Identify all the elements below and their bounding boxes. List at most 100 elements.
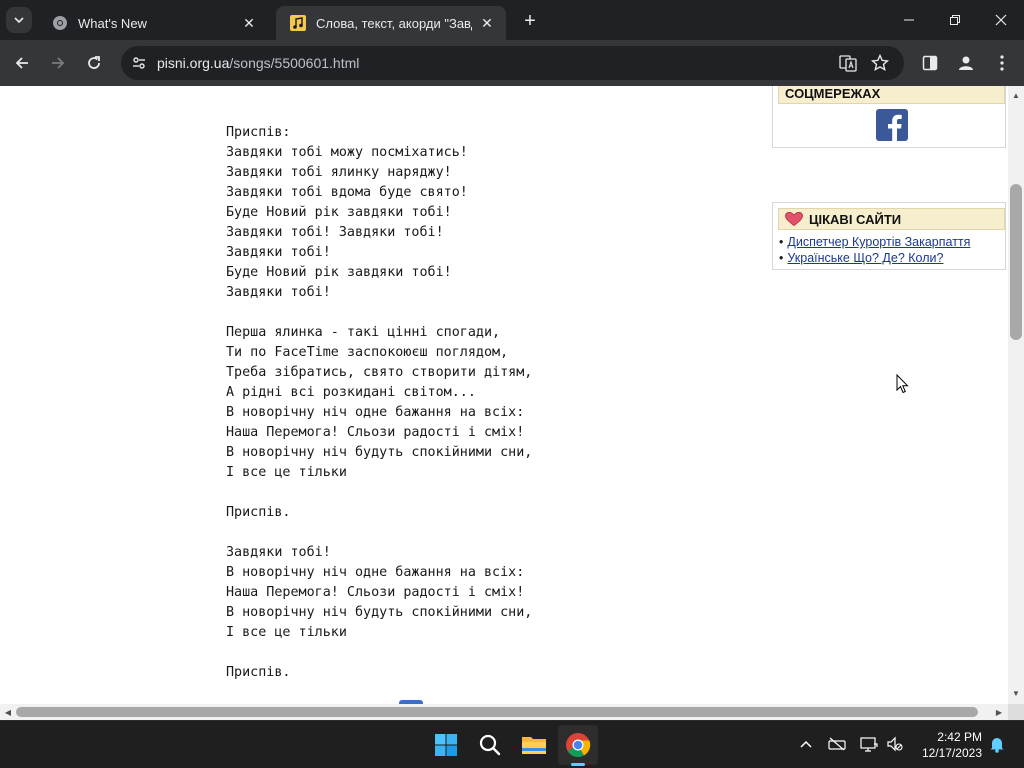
link-what-where-when[interactable]: Українське Що? Де? Коли? — [787, 251, 943, 265]
heart-icon — [783, 211, 805, 227]
file-explorer-icon[interactable] — [514, 725, 554, 765]
lyric-line: Приспів. — [226, 505, 291, 520]
taskbar: 2:42 PM 12/17/2023 — [0, 720, 1024, 768]
page-viewport: Приспів: Завдяки тобі можу посміхатись! За… — [0, 86, 1024, 720]
kebab-menu-icon — [1000, 55, 1004, 71]
lyric-line: Завдяки тобі! — [226, 545, 331, 560]
url-text: pisni.org.ua/songs/5500601.html — [157, 55, 359, 71]
site-info-icon[interactable] — [127, 51, 151, 75]
lyric-line: Перша ялинка - такі цінні спогади, — [226, 325, 501, 340]
link-zakarpattia-resorts[interactable]: Диспетчер Курортів Закарпаття — [787, 235, 970, 249]
music-note-icon — [290, 15, 306, 31]
side-panel-icon — [922, 55, 938, 71]
horizontal-scrollbar[interactable]: ◀ ▶ — [0, 704, 1008, 720]
windows-start-icon[interactable] — [426, 725, 466, 765]
search-icon[interactable] — [470, 725, 510, 765]
reload-button[interactable] — [80, 49, 108, 77]
close-icon[interactable]: ✕ — [478, 14, 496, 32]
system-clock[interactable]: 2:42 PM 12/17/2023 — [912, 729, 982, 761]
clock-date: 12/17/2023 — [921, 746, 982, 760]
back-button[interactable] — [8, 49, 36, 77]
back-arrow-icon — [15, 57, 28, 69]
vertical-scrollbar[interactable]: ▲ ▼ — [1008, 86, 1024, 704]
browser-toolbar: pisni.org.ua/songs/5500601.html — [0, 40, 1024, 86]
tab-title: What's New — [78, 15, 147, 31]
volume-muted-icon[interactable] — [884, 733, 906, 755]
chrome-icon[interactable] — [558, 725, 598, 765]
social-box-header: СОЦМЕРЕЖАХ — [778, 86, 1005, 104]
lyric-line: Приспів. — [226, 665, 291, 680]
lyric-line: Наша Перемога! Сльози радості і сміх! — [226, 585, 525, 600]
url-host: pisni.org.ua — [157, 55, 230, 71]
lyric-line: Ти по FaceTime заспокоюєш поглядом, — [226, 345, 509, 360]
mouse-cursor-icon — [896, 374, 909, 394]
horizontal-scroll-thumb[interactable] — [16, 707, 978, 717]
lyric-line: Буде Новий рік завдяки тобі! — [226, 205, 452, 220]
translate-icon[interactable] — [836, 51, 860, 75]
scroll-left-icon[interactable]: ◀ — [3, 707, 13, 717]
url-path: /songs/5500601.html — [229, 55, 360, 71]
song-lyrics: Приспів: Завдяки тобі можу посміхатись! За… — [226, 123, 746, 683]
tab-strip: What's New ✕ Слова, текст, акорди "Завдя… — [0, 0, 1024, 40]
interesting-sites-title: ЦІКАВІ САЙТИ — [809, 211, 902, 227]
lyric-line — [226, 523, 746, 543]
lyric-line: Завдяки тобі вдома буде свято! — [226, 185, 468, 200]
social-box: СОЦМЕРЕЖАХ — [772, 86, 1006, 148]
menu-button[interactable] — [990, 51, 1014, 75]
lyric-line: Завдяки тобі! — [226, 285, 331, 300]
lyric-line: І все це тільки — [226, 625, 347, 640]
lyric-line — [226, 643, 746, 663]
side-panel-button[interactable] — [918, 51, 942, 75]
lyric-line — [226, 483, 746, 503]
restore-button[interactable] — [932, 0, 978, 40]
list-item: • Українське Що? Де? Коли? — [779, 251, 944, 265]
address-bar[interactable]: pisni.org.ua/songs/5500601.html — [121, 46, 904, 80]
lyric-line: В новорічну ніч одне бажання на всіх: — [226, 565, 525, 580]
network-icon[interactable] — [858, 733, 880, 755]
bookmark-star-icon[interactable] — [868, 51, 892, 75]
lyric-line: В новорічну ніч будуть спокійними сни, — [226, 605, 533, 620]
reload-icon — [88, 56, 100, 69]
lyric-line: Приспів: — [226, 125, 291, 140]
scroll-down-icon[interactable]: ▼ — [1011, 688, 1021, 698]
lyric-line — [226, 303, 746, 323]
tab-search-button[interactable] — [6, 7, 32, 33]
profile-icon — [959, 56, 973, 70]
minimize-button[interactable] — [886, 0, 932, 40]
new-tab-button[interactable]: + — [518, 9, 542, 33]
lyric-line: В новорічну ніч будуть спокійними сни, — [226, 445, 533, 460]
scrollbar-corner — [1008, 704, 1024, 720]
close-icon — [995, 14, 1007, 26]
close-window-button[interactable] — [978, 0, 1024, 40]
chevron-down-icon — [14, 17, 24, 24]
close-icon[interactable]: ✕ — [240, 14, 258, 32]
social-box-title: СОЦМЕРЕЖАХ — [785, 86, 881, 101]
lyric-line: Завдяки тобі можу посміхатись! — [226, 145, 468, 160]
lyric-line: Завдяки тобі ялинку наряджу! — [226, 165, 452, 180]
tab-title: Слова, текст, акорди "Завдяки — [316, 15, 472, 31]
lyric-line: Буде Новий рік завдяки тобі! — [226, 265, 452, 280]
active-app-indicator — [571, 763, 585, 766]
tab-song-page[interactable]: Слова, текст, акорди "Завдяки ✕ — [276, 6, 506, 40]
lyric-line: Наша Перемога! Сльози радості і сміх! — [226, 425, 525, 440]
minimize-icon — [904, 19, 914, 21]
lyric-line: В новорічну ніч одне бажання на всіх: — [226, 405, 525, 420]
clock-time: 2:42 PM — [937, 730, 982, 744]
forward-arrow-icon — [52, 57, 65, 69]
interesting-sites-box: ЦІКАВІ САЙТИ • Диспетчер Курортів Закарпа… — [772, 202, 1006, 270]
lyric-line: Завдяки тобі! — [226, 245, 331, 260]
tray-overflow-chevron-icon[interactable] — [795, 733, 817, 755]
profile-button[interactable] — [954, 51, 978, 75]
scroll-up-icon[interactable]: ▲ — [1011, 90, 1021, 100]
scroll-right-icon[interactable]: ▶ — [994, 707, 1004, 717]
drive-offline-icon[interactable] — [826, 733, 848, 755]
restore-icon — [950, 15, 960, 25]
tab-whats-new[interactable]: What's New ✕ — [38, 6, 268, 40]
vertical-scroll-thumb[interactable] — [1010, 184, 1022, 340]
notification-bell-icon[interactable] — [986, 733, 1008, 755]
facebook-icon[interactable] — [876, 109, 908, 141]
lyric-line: І все це тільки — [226, 465, 347, 480]
forward-button[interactable] — [44, 49, 72, 77]
chrome-icon — [52, 15, 68, 31]
lyric-line: А рідні всі розкидані світом... — [226, 385, 476, 400]
